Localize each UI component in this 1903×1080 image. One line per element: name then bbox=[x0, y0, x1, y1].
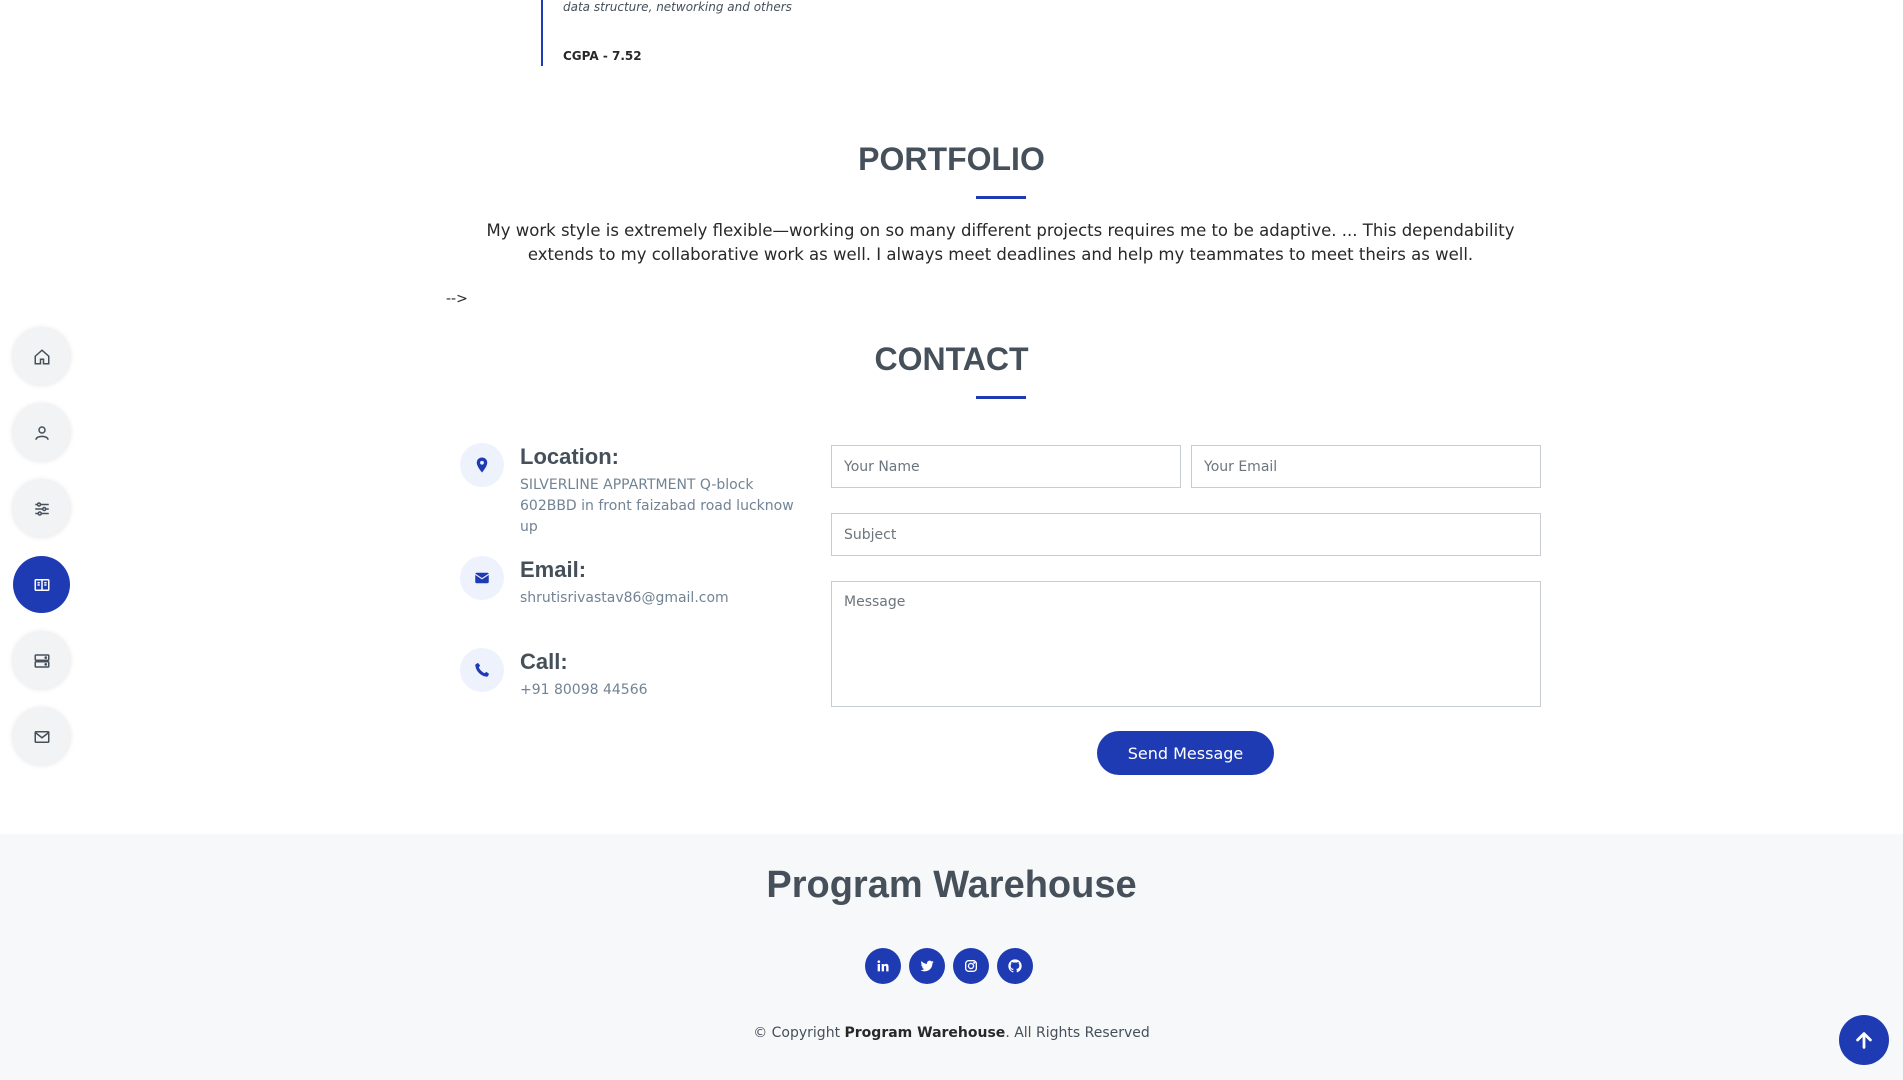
person-icon bbox=[34, 425, 49, 440]
call-value: +91 80098 44566 bbox=[520, 682, 648, 698]
subject-input[interactable]: Subject bbox=[831, 513, 1541, 556]
phone-icon bbox=[475, 662, 490, 677]
nav-services-button[interactable] bbox=[13, 632, 70, 689]
email-icon-wrap bbox=[460, 556, 504, 600]
map-pin-icon bbox=[476, 457, 488, 473]
nav-skills-button[interactable] bbox=[13, 480, 70, 537]
back-to-top-button[interactable] bbox=[1839, 1015, 1889, 1065]
twitter-link[interactable] bbox=[909, 948, 945, 984]
call-icon-wrap bbox=[460, 648, 504, 692]
copyright: © Copyright Program Warehouse. All Right… bbox=[0, 1025, 1903, 1041]
github-icon bbox=[1008, 959, 1022, 973]
footer-title: Program Warehouse bbox=[766, 864, 1137, 906]
server-icon bbox=[34, 653, 49, 668]
footer: Program Warehouse © Copyright Program Wa… bbox=[0, 834, 1903, 1080]
instagram-link[interactable] bbox=[953, 948, 989, 984]
nav-resume-button[interactable] bbox=[13, 556, 70, 613]
resume-cgpa: CGPA - 7.52 bbox=[563, 49, 642, 63]
name-input[interactable]: Your Name bbox=[831, 445, 1181, 488]
nav-about-button[interactable] bbox=[13, 404, 70, 461]
linkedin-icon bbox=[877, 960, 889, 972]
location-heading: Location: bbox=[520, 444, 619, 469]
sliders-icon bbox=[34, 501, 49, 516]
call-heading: Call: bbox=[520, 649, 568, 674]
email-input[interactable]: Your Email bbox=[1191, 445, 1541, 488]
arrow-up-icon bbox=[1856, 1032, 1872, 1049]
stray-text: --> bbox=[446, 291, 468, 307]
nav-contact-button[interactable] bbox=[13, 708, 70, 765]
copyright-prefix: © Copyright bbox=[753, 1025, 845, 1041]
contact-title-underline bbox=[976, 396, 1026, 399]
twitter-icon bbox=[920, 960, 934, 972]
resume-item-tail: data structure, networking and others CG… bbox=[541, 0, 941, 66]
message-textarea[interactable]: Message bbox=[831, 581, 1541, 707]
copyright-brand: Program Warehouse bbox=[844, 1025, 1006, 1041]
portfolio-title: PORTFOLIO bbox=[858, 141, 1045, 177]
github-link[interactable] bbox=[997, 948, 1033, 984]
location-icon-wrap bbox=[460, 443, 504, 487]
book-icon bbox=[34, 578, 49, 591]
send-message-button[interactable]: Send Message bbox=[1097, 731, 1274, 775]
location-value: SILVERLINE APPARTMENT Q-block 602BBD in … bbox=[520, 477, 794, 535]
instagram-icon bbox=[965, 960, 977, 972]
envelope-icon bbox=[34, 730, 49, 743]
portfolio-description: My work style is extremely flexible—work… bbox=[486, 221, 1515, 264]
envelope-icon bbox=[474, 572, 490, 584]
email-value: shrutisrivastav86@gmail.com bbox=[520, 590, 729, 606]
contact-title: CONTACT bbox=[874, 341, 1029, 377]
resume-description: data structure, networking and others bbox=[563, 0, 792, 14]
email-heading: Email: bbox=[520, 557, 587, 582]
portfolio-title-underline bbox=[976, 196, 1026, 199]
copyright-suffix: . All Rights Reserved bbox=[1005, 1025, 1150, 1041]
linkedin-link[interactable] bbox=[865, 948, 901, 984]
